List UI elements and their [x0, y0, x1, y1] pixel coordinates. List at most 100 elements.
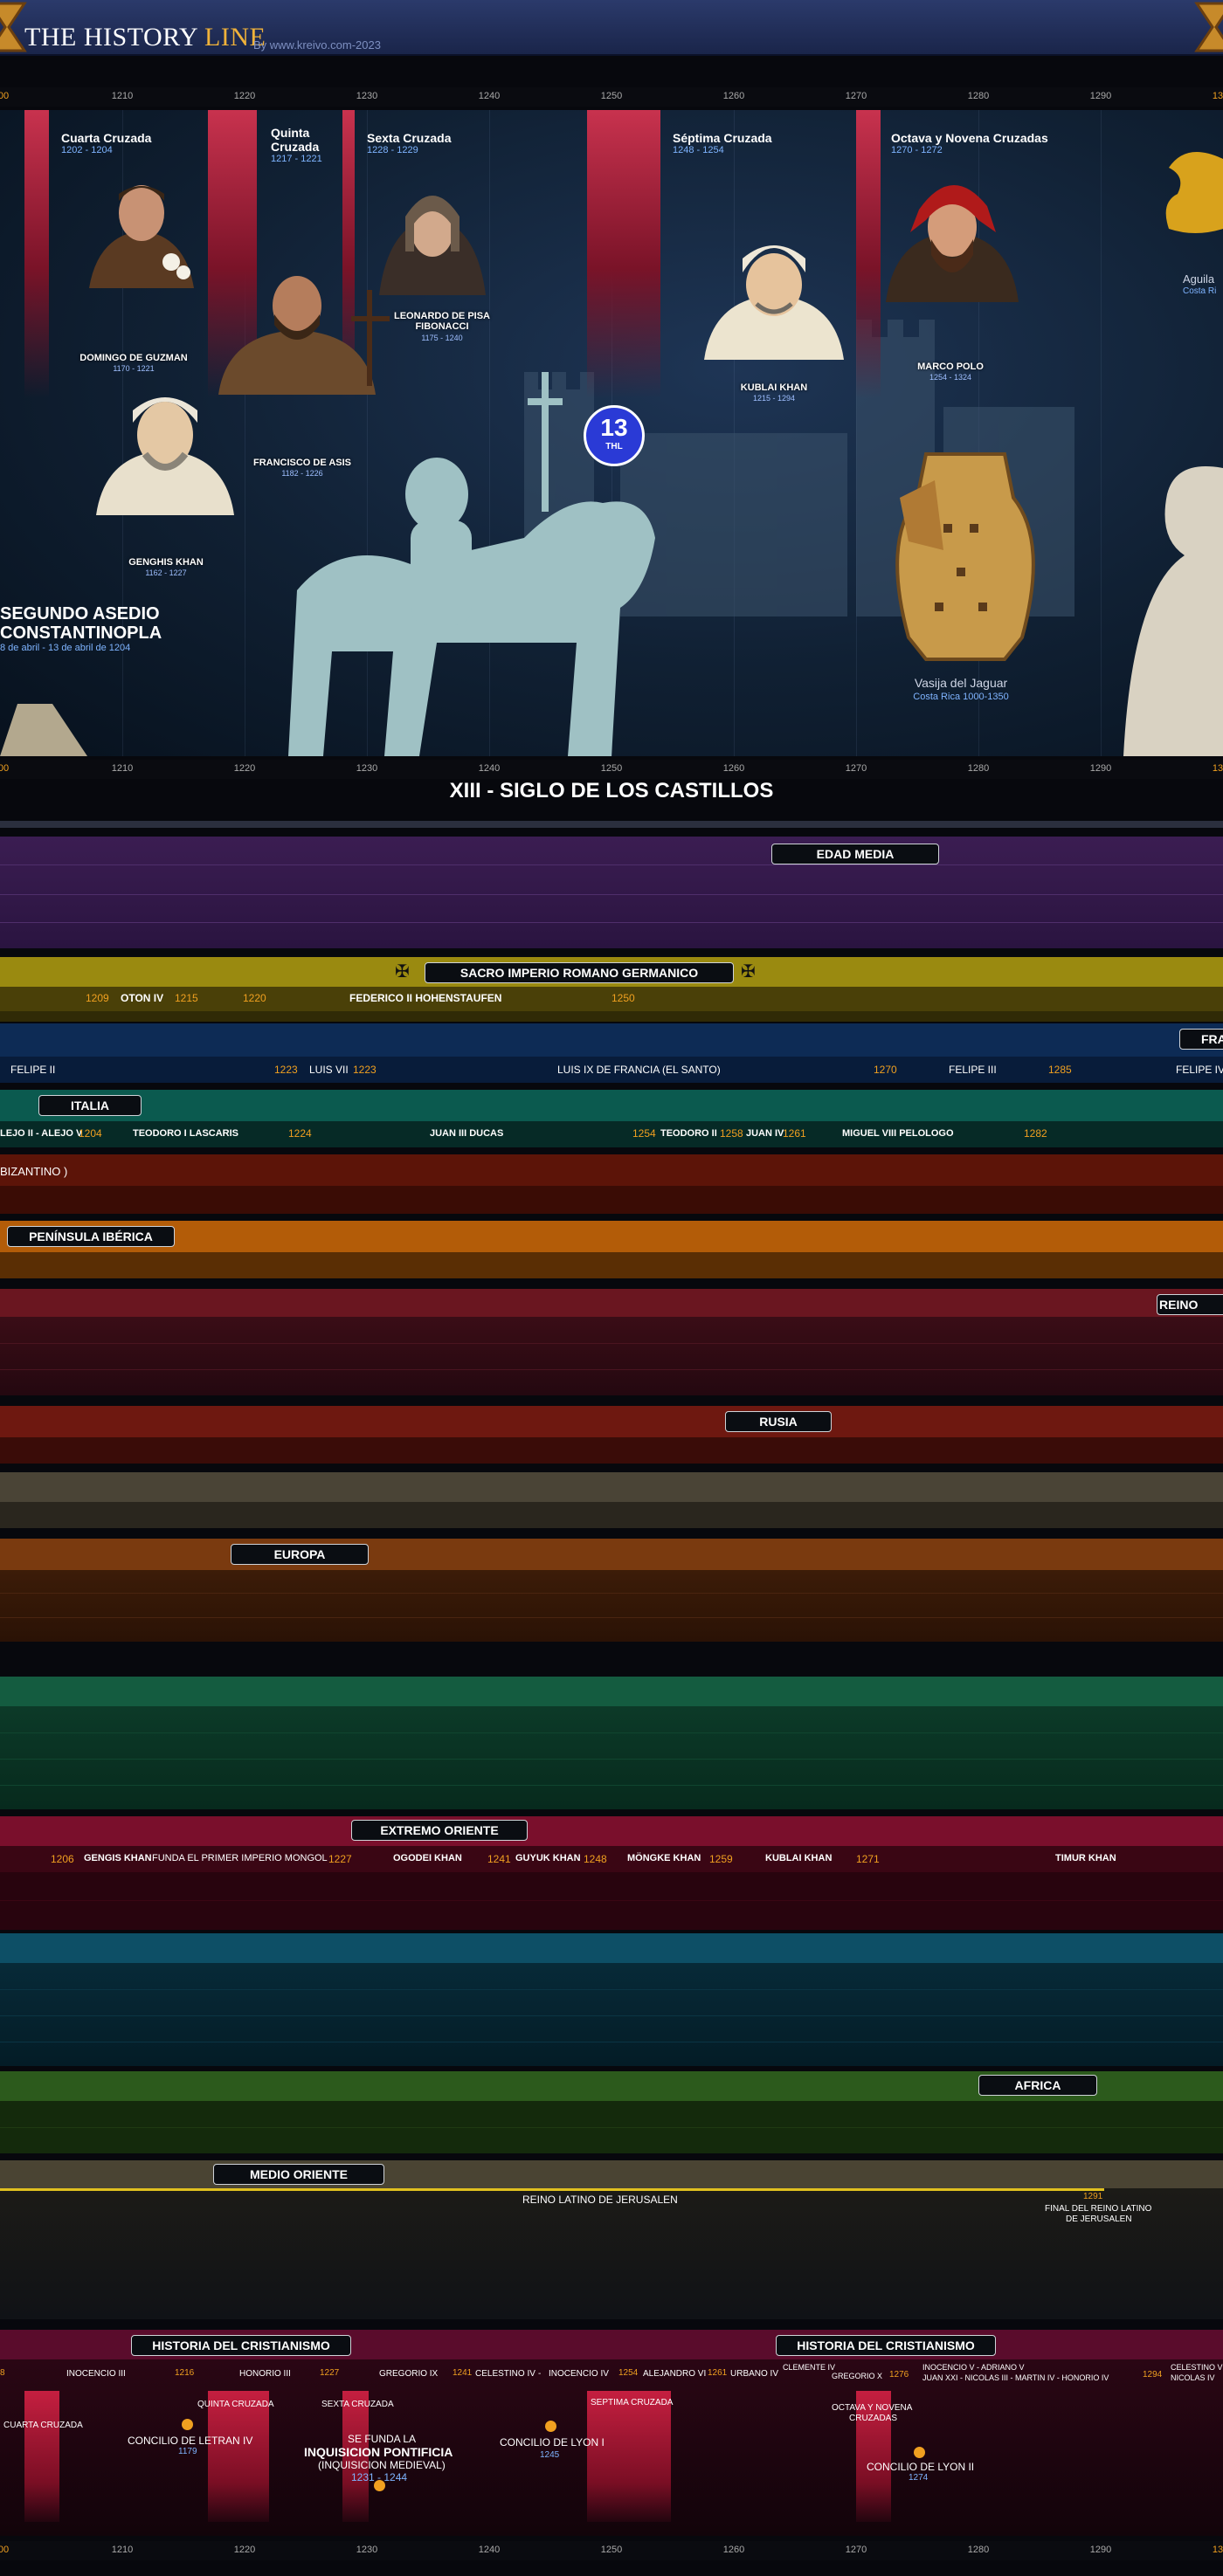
- green-rows: [0, 1706, 1223, 1809]
- crusade-years: 1270 - 1272: [891, 145, 943, 155]
- person-name: LEONARDO DE PISA FIBONACCI: [393, 311, 490, 332]
- site-logo[interactable]: THE HISTORY LINE: [24, 23, 266, 52]
- event-dot[interactable]: [914, 2447, 925, 2458]
- row-year: 1258: [720, 1127, 743, 1140]
- axis-tick: 1250: [600, 763, 623, 774]
- francia-label[interactable]: FRA: [1179, 1029, 1223, 1050]
- row-year: 1261: [783, 1127, 806, 1140]
- row-text: FELIPE IV: [1176, 1064, 1223, 1076]
- axis-tick: 1270: [845, 763, 867, 774]
- row-text: DE JERUSALEN: [1066, 2214, 1132, 2224]
- crusade-label: Sexta Cruzada 1228 - 1229: [367, 131, 451, 155]
- iberica-band: [0, 1221, 1223, 1252]
- crusade-title: Séptima Cruzada: [673, 131, 772, 145]
- extremo-rows: [0, 1872, 1223, 1930]
- row-text: -: [538, 2369, 542, 2379]
- row-text: FUNDA EL PRIMER IMPERIO MONGOL: [152, 1853, 328, 1863]
- person-name: KUBLAI KHAN: [740, 382, 808, 393]
- domingo-portrait-image[interactable]: [80, 175, 203, 288]
- row-year: 1276: [889, 2370, 909, 2380]
- byline: By www.kreivo.com-2023: [253, 38, 381, 52]
- europa-rows: [0, 1570, 1223, 1642]
- event-label: QUINTA CRUZADA: [197, 2400, 274, 2409]
- africa-label[interactable]: AFRICA: [978, 2075, 1097, 2096]
- grey-band: [0, 1472, 1223, 1502]
- rusia-label[interactable]: RUSIA: [725, 1411, 832, 1432]
- row-year: 1241: [487, 1853, 511, 1865]
- row-text: CLEMENTE IV: [783, 2363, 836, 2372]
- genghis-portrait-image[interactable]: [84, 384, 246, 515]
- row-text: INOCENCIO III: [66, 2369, 126, 2379]
- band-strip: [0, 821, 1223, 828]
- siege-title: CONSTANTINOPLA: [0, 623, 162, 643]
- axis-tick: 1250: [600, 2545, 623, 2555]
- cristianismo-label[interactable]: HISTORIA DEL CRISTIANISMO: [131, 2335, 351, 2356]
- italia-label[interactable]: ITALIA: [38, 1095, 142, 1116]
- row-year: 1261: [708, 2368, 728, 2378]
- row-year: 1209: [86, 992, 109, 1004]
- reino-label[interactable]: REINO: [1157, 1294, 1223, 1315]
- century-badge[interactable]: 13 THL: [584, 405, 645, 466]
- iberica-label[interactable]: PENÍNSULA IBÉRICA: [7, 1226, 175, 1247]
- axis-tick: 1210: [111, 763, 134, 774]
- jerusalem-line: [0, 2188, 1104, 2191]
- jaguar-vase-image: [895, 452, 1035, 661]
- sacro-label[interactable]: SACRO IMPERIO ROMANO GERMANICO: [425, 962, 734, 983]
- crusade-bar: [587, 110, 660, 398]
- person-years: 1162 - 1227: [145, 568, 187, 577]
- event-dot[interactable]: [374, 2480, 385, 2491]
- axis-tick: 1220: [233, 763, 256, 774]
- marco-polo-portrait-image[interactable]: [874, 171, 1031, 302]
- vase-title: Vasija del Jaguar: [914, 676, 1008, 690]
- medio-band: [0, 2160, 1223, 2188]
- axis-tick: 1240: [478, 2545, 501, 2555]
- axis-tick: 1260: [722, 763, 745, 774]
- axis-tick: 00: [0, 2545, 10, 2555]
- crusade-bar: [24, 2391, 59, 2522]
- bizantino-band: [0, 1154, 1223, 1186]
- person-years: 1254 - 1324: [929, 373, 972, 382]
- row-year: 1250: [612, 992, 635, 1004]
- fibonacci-portrait-image[interactable]: [367, 173, 498, 295]
- row-text: URBANO IV: [730, 2369, 779, 2379]
- axis-tick: 1220: [233, 2545, 256, 2555]
- crusade-label: Quinta Cruzada 1217 - 1221: [271, 126, 341, 164]
- row-year: 1294: [1143, 2370, 1163, 2380]
- crusade-bar: [587, 2391, 671, 2522]
- row-text: LUIS VII: [309, 1064, 349, 1076]
- panel-axis: 00 1210 1220 1230 1240 1250 1260 1270 12…: [0, 760, 1223, 779]
- row-year: 1271: [856, 1853, 880, 1865]
- edad-media-band: [0, 837, 1223, 948]
- grey-row: [0, 1502, 1223, 1528]
- knight-statue-image: [288, 372, 655, 756]
- event-label: SE FUNDA LA: [348, 2433, 417, 2445]
- axis-tick: 1250: [600, 91, 623, 101]
- axis-tick: 1210: [111, 91, 134, 101]
- medio-label[interactable]: MEDIO ORIENTE: [213, 2164, 384, 2185]
- row-text: ALEJANDRO VI: [643, 2369, 707, 2379]
- africa-rows: [0, 2101, 1223, 2153]
- row-text: CELESTINO IV: [475, 2369, 535, 2379]
- kublai-portrait-image[interactable]: [695, 229, 853, 360]
- row-text: HONORIO III: [239, 2369, 291, 2379]
- event-label: CRUZADAS: [849, 2414, 898, 2423]
- extremo-label[interactable]: EXTREMO ORIENTE: [351, 1820, 528, 1841]
- event-dot[interactable]: [182, 2419, 193, 2430]
- row-text: TIMUR KHAN: [1055, 1853, 1116, 1863]
- axis-tick: 1260: [722, 2545, 745, 2555]
- crusade-title: Cuarta Cruzada: [61, 131, 152, 145]
- person-name: MARCO POLO: [917, 362, 984, 372]
- person-years: 1170 - 1221: [113, 364, 155, 373]
- event-dot[interactable]: [545, 2421, 556, 2432]
- crusade-title: Sexta Cruzada: [367, 131, 452, 145]
- cristianismo-label[interactable]: HISTORIA DEL CRISTIANISMO: [776, 2335, 996, 2356]
- crusade-title: Quinta Cruzada: [271, 126, 320, 154]
- axis-tick: 13: [1212, 2545, 1223, 2555]
- europa-label[interactable]: EUROPA: [231, 1544, 369, 1565]
- row-text: MIGUEL VIII PELOLOGO: [842, 1128, 954, 1139]
- person-years: 1215 - 1294: [752, 394, 796, 403]
- axis-tick: 1280: [967, 763, 990, 774]
- row-year: 1227: [320, 2368, 340, 2378]
- edad-media-label[interactable]: EDAD MEDIA: [771, 844, 939, 864]
- bizantino-row: [0, 1186, 1223, 1214]
